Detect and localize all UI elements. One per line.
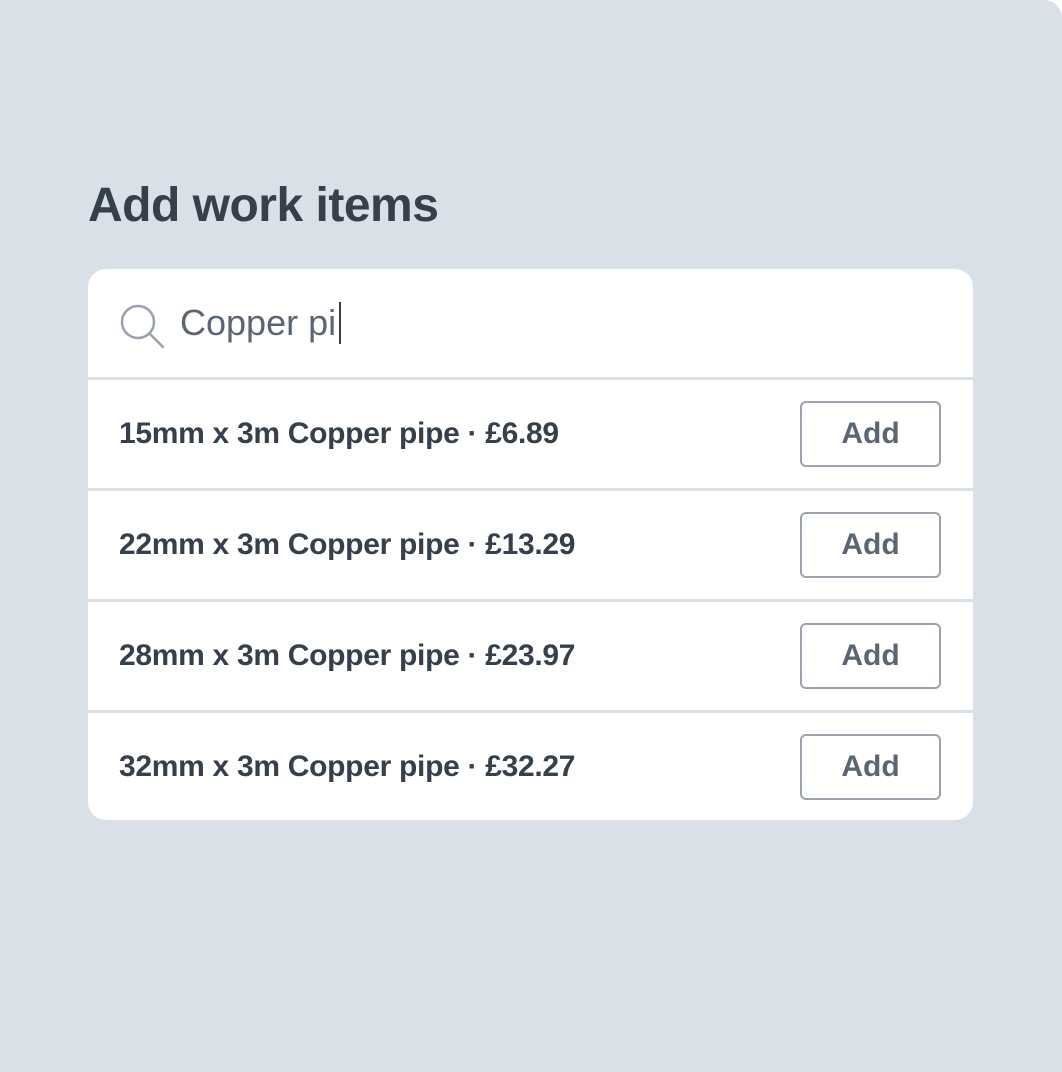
add-button[interactable]: Add bbox=[800, 512, 941, 578]
result-label: 32mm x 3m Copper pipe · £32.27 bbox=[119, 750, 576, 783]
page-background: Add work items Copper pi 15mm x 3m Coppe… bbox=[0, 0, 1062, 1072]
search-icon bbox=[120, 304, 165, 349]
result-row: 15mm x 3m Copper pipe · £6.89 Add bbox=[88, 380, 973, 491]
search-bar[interactable]: Copper pi bbox=[88, 269, 973, 380]
result-list: 15mm x 3m Copper pipe · £6.89 Add 22mm x… bbox=[88, 380, 973, 820]
search-results-card: Copper pi 15mm x 3m Copper pipe · £6.89 … bbox=[88, 269, 973, 820]
text-caret bbox=[339, 302, 342, 344]
result-row: 22mm x 3m Copper pipe · £13.29 Add bbox=[88, 491, 973, 602]
page-title: Add work items bbox=[88, 179, 439, 232]
result-label: 28mm x 3m Copper pipe · £23.97 bbox=[119, 639, 576, 672]
search-input[interactable]: Copper pi bbox=[180, 297, 342, 349]
result-label: 15mm x 3m Copper pipe · £6.89 bbox=[119, 417, 559, 450]
add-button[interactable]: Add bbox=[800, 401, 941, 467]
add-button[interactable]: Add bbox=[800, 623, 941, 689]
add-button[interactable]: Add bbox=[800, 734, 941, 800]
result-row: 28mm x 3m Copper pipe · £23.97 Add bbox=[88, 602, 973, 713]
search-input-value: Copper pi bbox=[180, 302, 337, 343]
result-row: 32mm x 3m Copper pipe · £32.27 Add bbox=[88, 713, 973, 820]
result-label: 22mm x 3m Copper pipe · £13.29 bbox=[119, 528, 576, 561]
